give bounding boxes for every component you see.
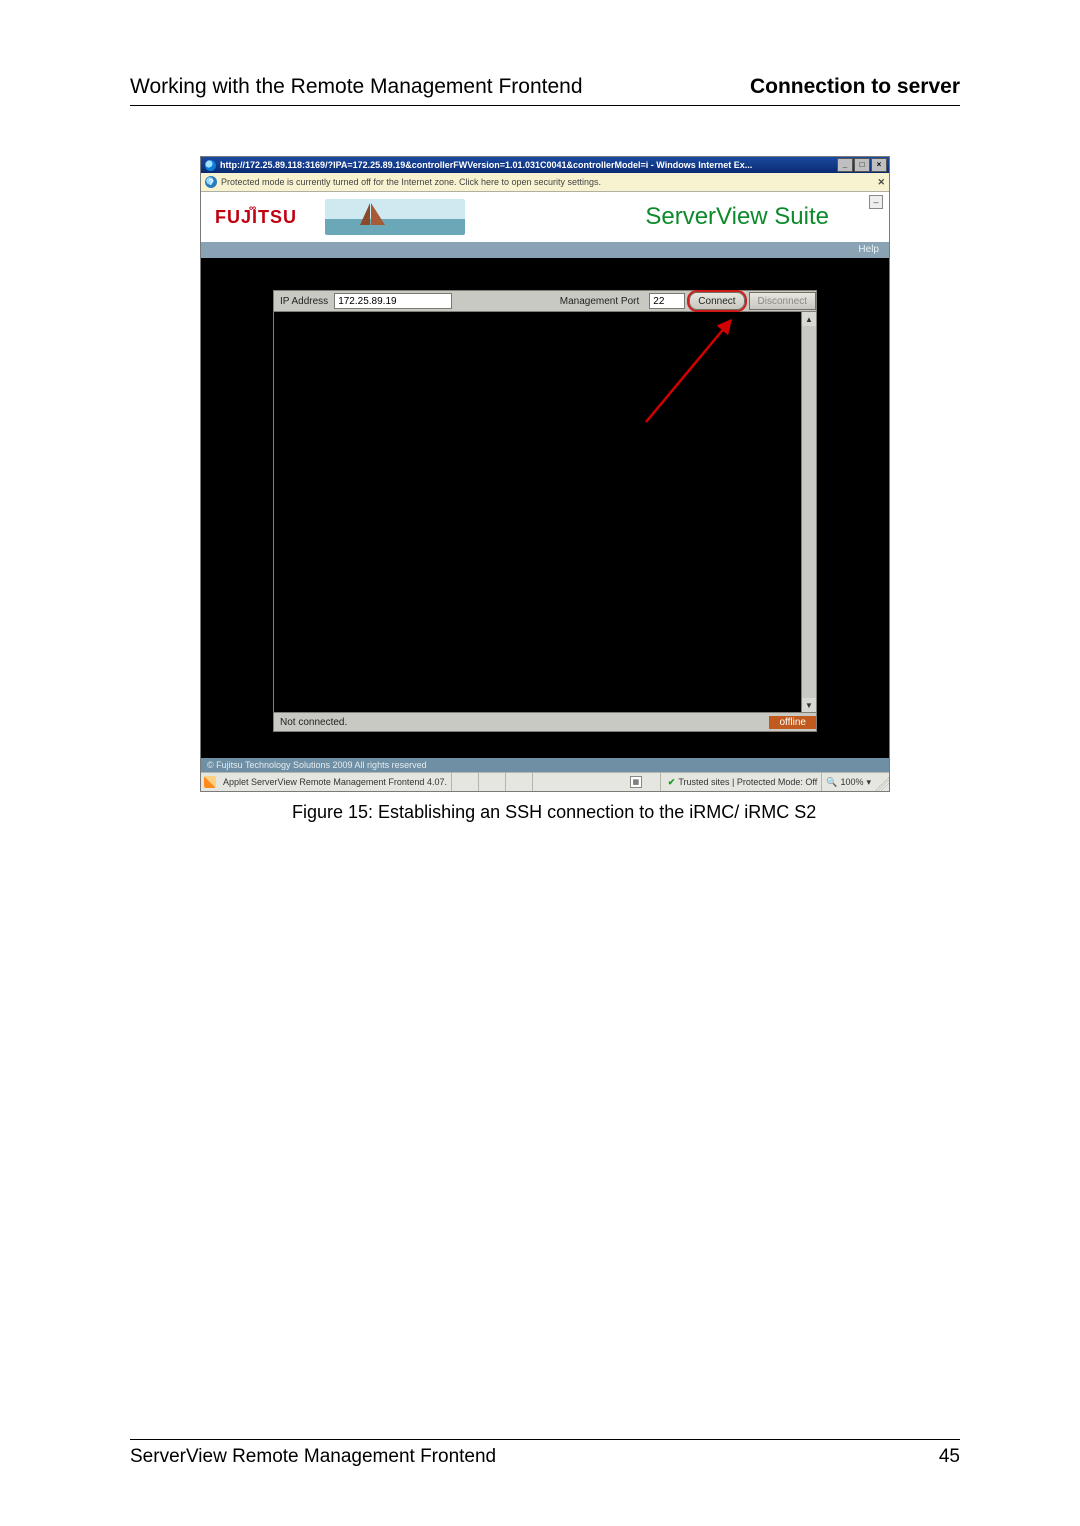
protected-mode-infobar[interactable]: ? Protected mode is currently turned off… (201, 173, 889, 192)
java-flag-icon (204, 776, 216, 788)
serverview-suite-title: ServerView Suite (645, 203, 829, 231)
check-icon: ✔ (668, 777, 676, 788)
figure-caption: Figure 15: Establishing an SSH connectio… (292, 802, 960, 823)
sailboat-graphic (325, 199, 465, 235)
footer-left: ServerView Remote Management Frontend (130, 1446, 496, 1468)
help-link[interactable]: Help (858, 244, 879, 255)
management-port-label: Management Port (554, 296, 646, 307)
connect-button[interactable]: Connect (689, 292, 744, 310)
connection-status-row: Not connected. offline (273, 712, 817, 732)
ip-address-label: IP Address (274, 296, 334, 307)
ie-icon (205, 160, 216, 171)
copyright-bar: © Fujitsu Technology Solutions 2009 All … (201, 758, 889, 772)
header-right: Connection to server (750, 75, 960, 99)
screenshot-window: http://172.25.89.118:3169/?IPA=172.25.89… (200, 156, 890, 792)
console-scrollbar[interactable]: ▲ ▼ (801, 312, 816, 712)
help-bar: Help (201, 242, 889, 258)
scroll-down-button[interactable]: ▼ (802, 698, 816, 712)
zoom-value: 100% (840, 777, 863, 787)
terminal-console: ▲ ▼ (273, 312, 817, 712)
page-running-header: Working with the Remote Management Front… (130, 75, 960, 106)
infobar-text: Protected mode is currently turned off f… (221, 177, 601, 187)
page-number: 45 (939, 1446, 960, 1468)
fujitsu-logo: FUJITSU ∞ (215, 207, 297, 228)
page-footer: ServerView Remote Management Frontend 45 (130, 1439, 960, 1468)
window-close-button[interactable]: × (871, 158, 887, 172)
window-title: http://172.25.89.118:3169/?IPA=172.25.89… (220, 160, 836, 170)
ip-address-input[interactable] (334, 293, 452, 309)
applet-area: IP Address Management Port Connect Disco… (201, 258, 889, 758)
connection-toolbar: IP Address Management Port Connect Disco… (273, 290, 817, 312)
management-port-input[interactable] (649, 293, 685, 309)
window-titlebar: http://172.25.89.118:3169/?IPA=172.25.89… (201, 157, 889, 173)
popup-blocker-icon[interactable]: ▦ (630, 776, 642, 788)
security-zone-text: Trusted sites | Protected Mode: Off (678, 777, 817, 787)
scroll-up-button[interactable]: ▲ (802, 312, 816, 326)
ie-status-bar: Applet ServerView Remote Management Fron… (201, 772, 889, 791)
zoom-dropdown-icon[interactable]: ▾ (866, 777, 871, 788)
magnifier-icon: 🔍 (826, 777, 837, 788)
panel-collapse-button[interactable]: – (869, 195, 883, 209)
fujitsu-infinity-icon: ∞ (249, 203, 257, 214)
security-zone-panel[interactable]: ✔ Trusted sites | Protected Mode: Off (661, 773, 822, 791)
applet-status-text: Applet ServerView Remote Management Fron… (219, 773, 452, 791)
brand-band: – FUJITSU ∞ ServerView Suite (201, 192, 889, 242)
shield-icon: ? (205, 176, 217, 188)
annotation-arrow (576, 312, 776, 432)
window-maximize-button[interactable]: □ (854, 158, 870, 172)
infobar-close-button[interactable]: ✕ (877, 177, 885, 188)
offline-badge: offline (769, 716, 816, 729)
connection-status-text: Not connected. (280, 717, 347, 728)
disconnect-button: Disconnect (749, 292, 816, 310)
window-minimize-button[interactable]: _ (837, 158, 853, 172)
resize-grip-icon[interactable] (875, 777, 889, 791)
header-left: Working with the Remote Management Front… (130, 75, 583, 99)
zoom-control[interactable]: 🔍 100% ▾ (822, 777, 875, 788)
